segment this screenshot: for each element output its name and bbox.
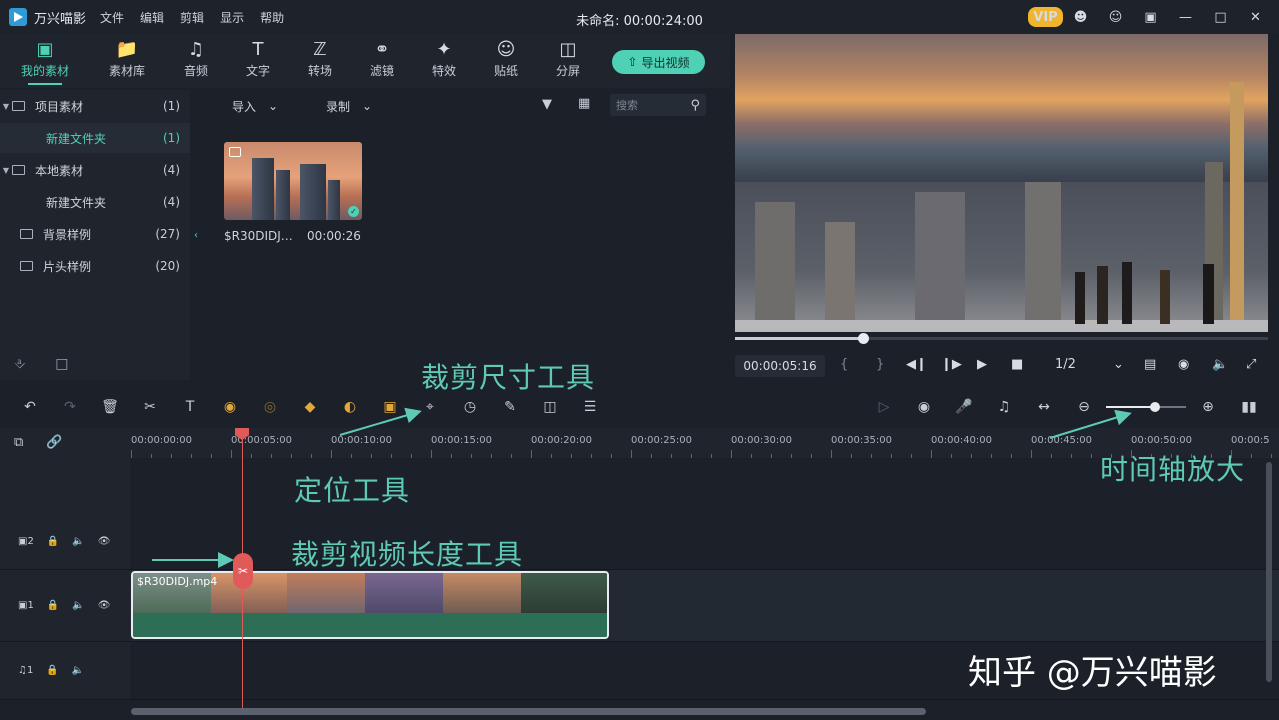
annotation-arrows <box>152 407 1132 568</box>
arrow-zoom <box>1049 409 1132 439</box>
watermark: 知乎 @万兴喵影 <box>968 653 1217 693</box>
arrow-crop <box>339 407 422 436</box>
